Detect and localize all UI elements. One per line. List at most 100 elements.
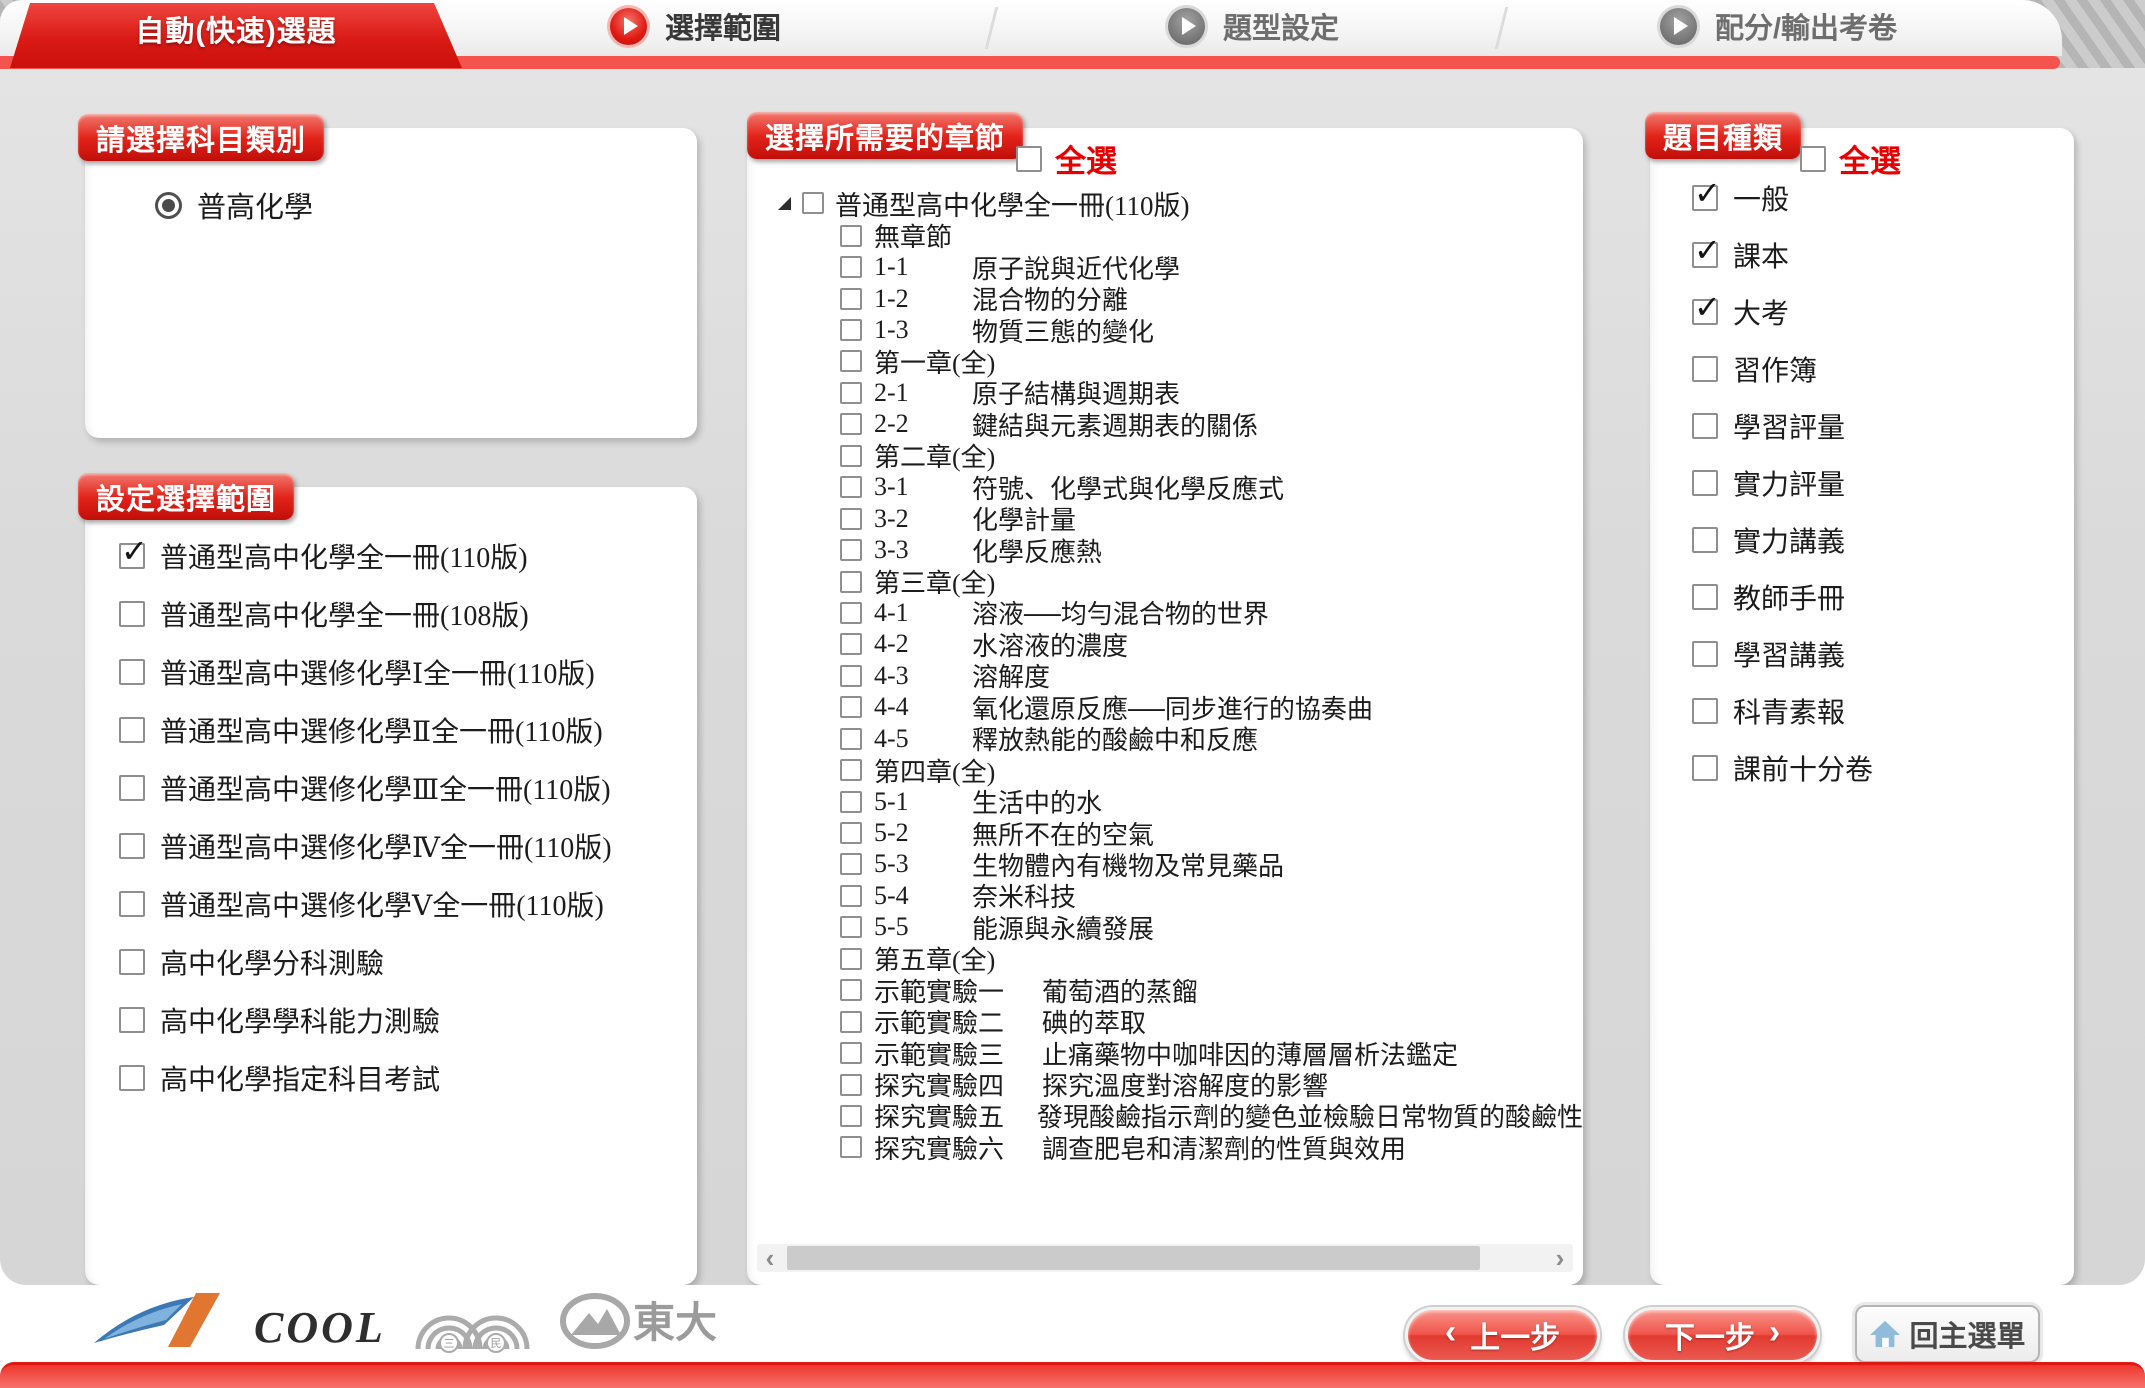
chapter-title[interactable]: 調查肥皂和清潔劑的性質與效用 — [1042, 1129, 1406, 1166]
textbook-row[interactable]: ✓ 普通型高中選修化學Ⅱ全一冊(110版) — [119, 701, 697, 759]
question-type-label[interactable]: 習作簿 — [1733, 349, 1817, 389]
question-type-row[interactable]: ✓ 課本 — [1692, 226, 2074, 283]
checkbox[interactable]: ✓ — [840, 885, 862, 907]
question-type-label[interactable]: 學習評量 — [1733, 406, 1845, 446]
chapter-title[interactable]: 能源與永續發展 — [972, 909, 1154, 946]
checkbox[interactable] — [802, 192, 824, 214]
textbook-label[interactable]: 普通型高中化學全一冊(110版) — [160, 536, 528, 576]
question-type-label[interactable]: 實力評量 — [1733, 463, 1845, 503]
checkbox[interactable]: ✓ — [1692, 698, 1718, 724]
checkbox[interactable]: ✓ — [840, 350, 862, 372]
question-type-label[interactable]: 實力講義 — [1733, 520, 1845, 560]
question-type-row[interactable]: ✓ 科青素報 — [1692, 682, 2074, 739]
chapter-row[interactable]: ✓ 3-1 符號、化學式與化學反應式 — [840, 472, 1583, 503]
checkbox[interactable]: ✓ — [840, 476, 862, 498]
checkbox[interactable]: ✓ — [1692, 641, 1718, 667]
question-type-label[interactable]: 學習講義 — [1733, 634, 1845, 674]
chapter-title[interactable]: 無章節 — [874, 217, 952, 254]
back-to-main-menu-button[interactable]: 回主選單 — [1855, 1305, 2040, 1363]
checkbox[interactable]: ✓ — [840, 508, 862, 530]
checkbox[interactable]: ✓ — [840, 288, 862, 310]
chapter-row[interactable]: ✓ 1-3 物質三態的變化 — [840, 314, 1583, 345]
chapter-row[interactable]: ✓ 探究實驗四 探究溫度對溶解度的影響 — [840, 1069, 1583, 1100]
chapter-row[interactable]: ✓ 5-5 能源與永續發展 — [840, 912, 1583, 943]
checkbox[interactable]: ✓ — [840, 571, 862, 593]
tab-score-output[interactable]: 配分/輸出考卷 — [1660, 6, 1897, 46]
checkbox[interactable]: ✓ — [840, 979, 862, 1001]
chapter-row[interactable]: ✓ 5-1 生活中的水 — [840, 786, 1583, 817]
chapter-title[interactable]: 釋放熱能的酸鹼中和反應 — [972, 720, 1258, 757]
textbook-label[interactable]: 普通型高中化學全一冊(108版) — [160, 594, 529, 634]
chapter-title[interactable]: 物質三態的變化 — [972, 312, 1154, 349]
checkbox[interactable]: ✓ — [840, 1074, 862, 1096]
checkbox[interactable]: ✓ — [840, 1136, 862, 1158]
chapter-select-all[interactable]: 全選 — [1016, 136, 1117, 181]
chapter-tree-root[interactable]: 普通型高中化學全一冊(110版) — [778, 186, 1583, 220]
textbook-row[interactable]: ✓ 高中化學學科能力測驗 — [119, 991, 697, 1049]
checkbox[interactable]: ✓ — [840, 665, 862, 687]
checkbox[interactable]: ✓ — [840, 256, 862, 278]
chapter-row[interactable]: ✓ 第一章(全) — [840, 346, 1583, 377]
checkbox[interactable]: ✓ — [1692, 584, 1718, 610]
question-type-label[interactable]: 科青素報 — [1733, 691, 1845, 731]
textbook-label[interactable]: 普通型高中選修化學Ⅲ全一冊(110版) — [160, 768, 611, 808]
question-type-label[interactable]: 課本 — [1733, 235, 1789, 275]
textbook-row[interactable]: ✓ 普通型高中選修化學Ⅴ全一冊(110版) — [119, 875, 697, 933]
subject-option-row[interactable]: 普高化學 — [155, 184, 697, 226]
textbook-label[interactable]: 普通型高中選修化學Ⅴ全一冊(110版) — [160, 884, 604, 924]
textbook-row[interactable]: ✓ 普通型高中選修化學Ⅰ全一冊(110版) — [119, 643, 697, 701]
chapter-row[interactable]: ✓ 2-2 鍵結與元素週期表的關係 — [840, 409, 1583, 440]
question-type-row[interactable]: ✓ 實力講義 — [1692, 511, 2074, 568]
chapter-row[interactable]: ✓ 4-3 溶解度 — [840, 660, 1583, 691]
checkbox[interactable]: ✓ — [840, 602, 862, 624]
checkbox[interactable]: ✓ — [119, 949, 145, 975]
checkbox[interactable]: ✓ — [119, 717, 145, 743]
checkbox[interactable]: ✓ — [119, 891, 145, 917]
question-type-label[interactable]: 課前十分卷 — [1733, 748, 1873, 788]
chapter-row[interactable]: ✓ 5-3 生物體內有機物及常見藥品 — [840, 849, 1583, 880]
subject-option-label[interactable]: 普高化學 — [197, 184, 313, 226]
tab-select-range[interactable]: 選擇範圍 — [610, 6, 781, 46]
textbook-label[interactable]: 普通型高中選修化學Ⅱ全一冊(110版) — [160, 710, 603, 750]
checkbox[interactable]: ✓ — [840, 633, 862, 655]
checkbox[interactable]: ✓ — [840, 916, 862, 938]
chapter-title[interactable]: 鍵結與元素週期表的關係 — [972, 406, 1258, 443]
checkbox[interactable]: ✓ — [840, 413, 862, 435]
checkbox[interactable]: ✓ — [840, 853, 862, 875]
chapter-row[interactable]: ✓ 5-2 無所不在的空氣 — [840, 817, 1583, 848]
checkbox[interactable]: ✓ — [1692, 470, 1718, 496]
checkbox[interactable]: ✓ — [840, 319, 862, 341]
checkbox[interactable]: ✓ — [840, 822, 862, 844]
chapter-row[interactable]: ✓ 2-1 原子結構與週期表 — [840, 377, 1583, 408]
scroll-right-arrow-icon[interactable]: › — [1547, 1244, 1573, 1272]
checkbox[interactable]: ✓ — [840, 948, 862, 970]
types-select-all[interactable]: 全選 — [1800, 136, 1901, 181]
chapter-row[interactable]: ✓ 第五章(全) — [840, 943, 1583, 974]
chapter-row[interactable]: ✓ 示範實驗一 葡萄酒的蒸餾 — [840, 975, 1583, 1006]
question-type-row[interactable]: ✓ 教師手冊 — [1692, 568, 2074, 625]
checkbox[interactable]: ✓ — [1692, 185, 1718, 211]
chapter-row[interactable]: ✓ 無章節 — [840, 220, 1583, 251]
checkbox[interactable]: ✓ — [840, 1011, 862, 1033]
checkbox[interactable]: ✓ — [840, 791, 862, 813]
question-type-label[interactable]: 一般 — [1733, 178, 1789, 218]
checkbox[interactable]: ✓ — [119, 601, 145, 627]
expand-triangle-icon[interactable] — [778, 197, 791, 210]
select-all-label[interactable]: 全選 — [1839, 136, 1901, 181]
tab-question-type-settings[interactable]: 題型設定 — [1168, 6, 1339, 46]
textbook-label[interactable]: 普通型高中選修化學Ⅰ全一冊(110版) — [160, 652, 595, 692]
chapter-row[interactable]: ✓ 探究實驗六 調查肥皂和清潔劑的性質與效用 — [840, 1132, 1583, 1163]
checkbox[interactable]: ✓ — [1692, 242, 1718, 268]
checkbox[interactable]: ✓ — [1692, 527, 1718, 553]
previous-step-button[interactable]: ‹ 上一步 — [1405, 1307, 1600, 1363]
question-type-row[interactable]: ✓ 習作簿 — [1692, 340, 2074, 397]
checkbox[interactable]: ✓ — [840, 728, 862, 750]
chapter-row[interactable]: ✓ 示範實驗三 止痛藥物中咖啡因的薄層層析法鑑定 — [840, 1037, 1583, 1068]
chapter-row[interactable]: ✓ 4-4 氧化還原反應──同步進行的協奏曲 — [840, 692, 1583, 723]
question-type-row[interactable]: ✓ 學習講義 — [1692, 625, 2074, 682]
chapter-row[interactable]: ✓ 1-1 原子說與近代化學 — [840, 251, 1583, 282]
chapter-row[interactable]: ✓ 4-1 溶液──均勻混合物的世界 — [840, 597, 1583, 628]
textbook-row[interactable]: ✓ 普通型高中選修化學Ⅳ全一冊(110版) — [119, 817, 697, 875]
checkbox[interactable]: ✓ — [1692, 413, 1718, 439]
chapter-row[interactable]: ✓ 第三章(全) — [840, 566, 1583, 597]
